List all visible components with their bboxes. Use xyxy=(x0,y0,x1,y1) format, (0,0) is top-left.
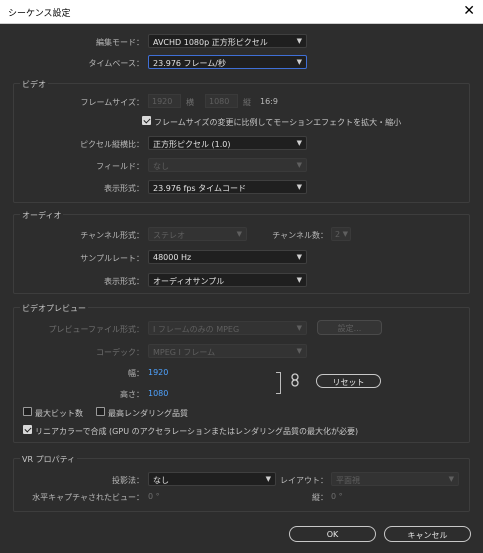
channel-format-label: チャンネル形式： xyxy=(80,231,144,240)
chevron-down-icon: ▼ xyxy=(296,253,302,261)
v-view-value: 0 ° xyxy=(331,492,343,501)
audio-display-format-value: オーディオサンプル xyxy=(153,277,225,286)
window-title: シーケンス設定 xyxy=(8,9,71,19)
preview-height-label: 高さ： xyxy=(120,390,144,399)
ok-button[interactable]: OK xyxy=(289,526,376,542)
preview-file-format-value: I フレームのみの MPEG xyxy=(153,325,240,334)
layout-select[interactable]: 平面視 ▼ xyxy=(331,472,459,486)
chevron-down-icon: ▼ xyxy=(342,230,348,238)
max-bit-depth-checkbox[interactable] xyxy=(23,407,32,416)
projection-value: なし xyxy=(153,476,169,485)
sample-rate-label: サンプルレート： xyxy=(80,254,144,263)
chevron-down-icon: ▼ xyxy=(236,230,242,238)
chevron-down-icon: ▼ xyxy=(296,37,302,45)
codec-value: MPEG I フレーム xyxy=(153,348,216,357)
channel-count-value: 2 xyxy=(335,230,341,239)
pixel-aspect-select[interactable]: 正方形ピクセル (1.0) ▼ xyxy=(148,136,307,150)
chevron-down-icon: ▼ xyxy=(296,183,302,191)
frame-size-label: フレームサイズ： xyxy=(80,98,144,107)
sample-rate-value: 48000 Hz xyxy=(153,253,192,262)
preview-file-format-select[interactable]: I フレームのみの MPEG ▼ xyxy=(148,321,307,335)
link-bracket xyxy=(276,372,281,394)
edit-mode-select[interactable]: AVCHD 1080p 正方形ピクセル ▼ xyxy=(148,34,307,48)
codec-label: コーデック： xyxy=(96,348,144,357)
chevron-down-icon: ▼ xyxy=(296,58,302,66)
channel-format-value: ステレオ xyxy=(153,231,185,240)
chevron-down-icon: ▼ xyxy=(296,347,302,355)
field-select[interactable]: なし ▼ xyxy=(148,158,307,172)
preview-height-value[interactable]: 1080 xyxy=(148,389,168,398)
chevron-down-icon: ▼ xyxy=(448,475,454,483)
layout-label: レイアウト： xyxy=(280,476,328,485)
close-icon[interactable]: ✕ xyxy=(463,3,475,19)
vr-group-title: VR プロパティ xyxy=(20,454,78,465)
frame-height-input[interactable]: 1080 xyxy=(205,94,238,108)
h-view-label: 水平キャプチャされたビュー： xyxy=(32,493,144,502)
audio-group-title: オーディオ xyxy=(20,210,64,221)
max-render-quality-label: 最高レンダリング品質 xyxy=(108,409,188,418)
reset-button[interactable]: リセット xyxy=(316,374,381,388)
cancel-button[interactable]: キャンセル xyxy=(384,526,471,542)
preview-width-label: 幅： xyxy=(128,369,144,378)
channel-format-select[interactable]: ステレオ ▼ xyxy=(148,227,247,241)
video-display-format-value: 23.976 fps タイムコード xyxy=(153,184,246,193)
preview-settings-button[interactable]: 設定... xyxy=(317,320,382,335)
timebase-label: タイムベース： xyxy=(88,59,144,68)
timebase-select[interactable]: 23.976 フレーム/秒 ▼ xyxy=(148,55,307,69)
layout-value: 平面視 xyxy=(336,476,360,485)
codec-select[interactable]: MPEG I フレーム ▼ xyxy=(148,344,307,358)
video-display-format-select[interactable]: 23.976 fps タイムコード ▼ xyxy=(148,180,307,194)
linear-color-label: リニアカラーで合成 (GPU のアクセラレーションまたはレンダリング品質の最大化… xyxy=(35,427,359,436)
video-display-format-label: 表示形式： xyxy=(104,184,144,193)
sample-rate-select[interactable]: 48000 Hz ▼ xyxy=(148,250,307,264)
scale-motion-checkbox[interactable] xyxy=(142,116,151,125)
video-group-title: ビデオ xyxy=(20,79,48,90)
height-label: 縦 xyxy=(243,98,251,107)
projection-select[interactable]: なし ▼ xyxy=(148,472,276,486)
h-view-value: 0 ° xyxy=(148,492,160,501)
channel-count-label: チャンネル数： xyxy=(272,231,328,240)
pixel-aspect-label: ピクセル縦横比： xyxy=(80,140,144,149)
link-icon[interactable] xyxy=(291,373,299,387)
chevron-down-icon: ▼ xyxy=(296,161,302,169)
title-bar: シーケンス設定 ✕ xyxy=(0,0,483,24)
frame-width-input[interactable]: 1920 xyxy=(148,94,181,108)
audio-display-format-label: 表示形式： xyxy=(104,277,144,286)
max-render-quality-checkbox[interactable] xyxy=(96,407,105,416)
pixel-aspect-value: 正方形ピクセル (1.0) xyxy=(153,140,231,149)
field-label: フィールド： xyxy=(96,162,144,171)
edit-mode-label: 編集モード： xyxy=(96,38,144,47)
timebase-value: 23.976 フレーム/秒 xyxy=(153,59,226,68)
channel-count-select[interactable]: 2 ▼ xyxy=(331,227,351,241)
width-label: 横 xyxy=(186,98,194,107)
audio-display-format-select[interactable]: オーディオサンプル ▼ xyxy=(148,273,307,287)
scale-motion-label: フレームサイズの変更に比例してモーションエフェクトを拡大・縮小 xyxy=(154,118,402,127)
v-view-label: 縦： xyxy=(312,493,328,502)
preview-width-value[interactable]: 1920 xyxy=(148,368,168,377)
edit-mode-value: AVCHD 1080p 正方形ピクセル xyxy=(153,38,268,47)
preview-file-format-label: プレビューファイル形式： xyxy=(48,325,144,334)
chevron-down-icon: ▼ xyxy=(296,324,302,332)
chevron-down-icon: ▼ xyxy=(296,276,302,284)
field-value: なし xyxy=(153,162,169,171)
projection-label: 投影法： xyxy=(112,476,144,485)
max-bit-depth-label: 最大ビット数 xyxy=(35,409,83,418)
aspect-ratio-text: 16:9 xyxy=(260,97,278,106)
linear-color-checkbox[interactable] xyxy=(23,425,32,434)
chevron-down-icon: ▼ xyxy=(296,139,302,147)
video-preview-group-title: ビデオプレビュー xyxy=(20,303,88,314)
